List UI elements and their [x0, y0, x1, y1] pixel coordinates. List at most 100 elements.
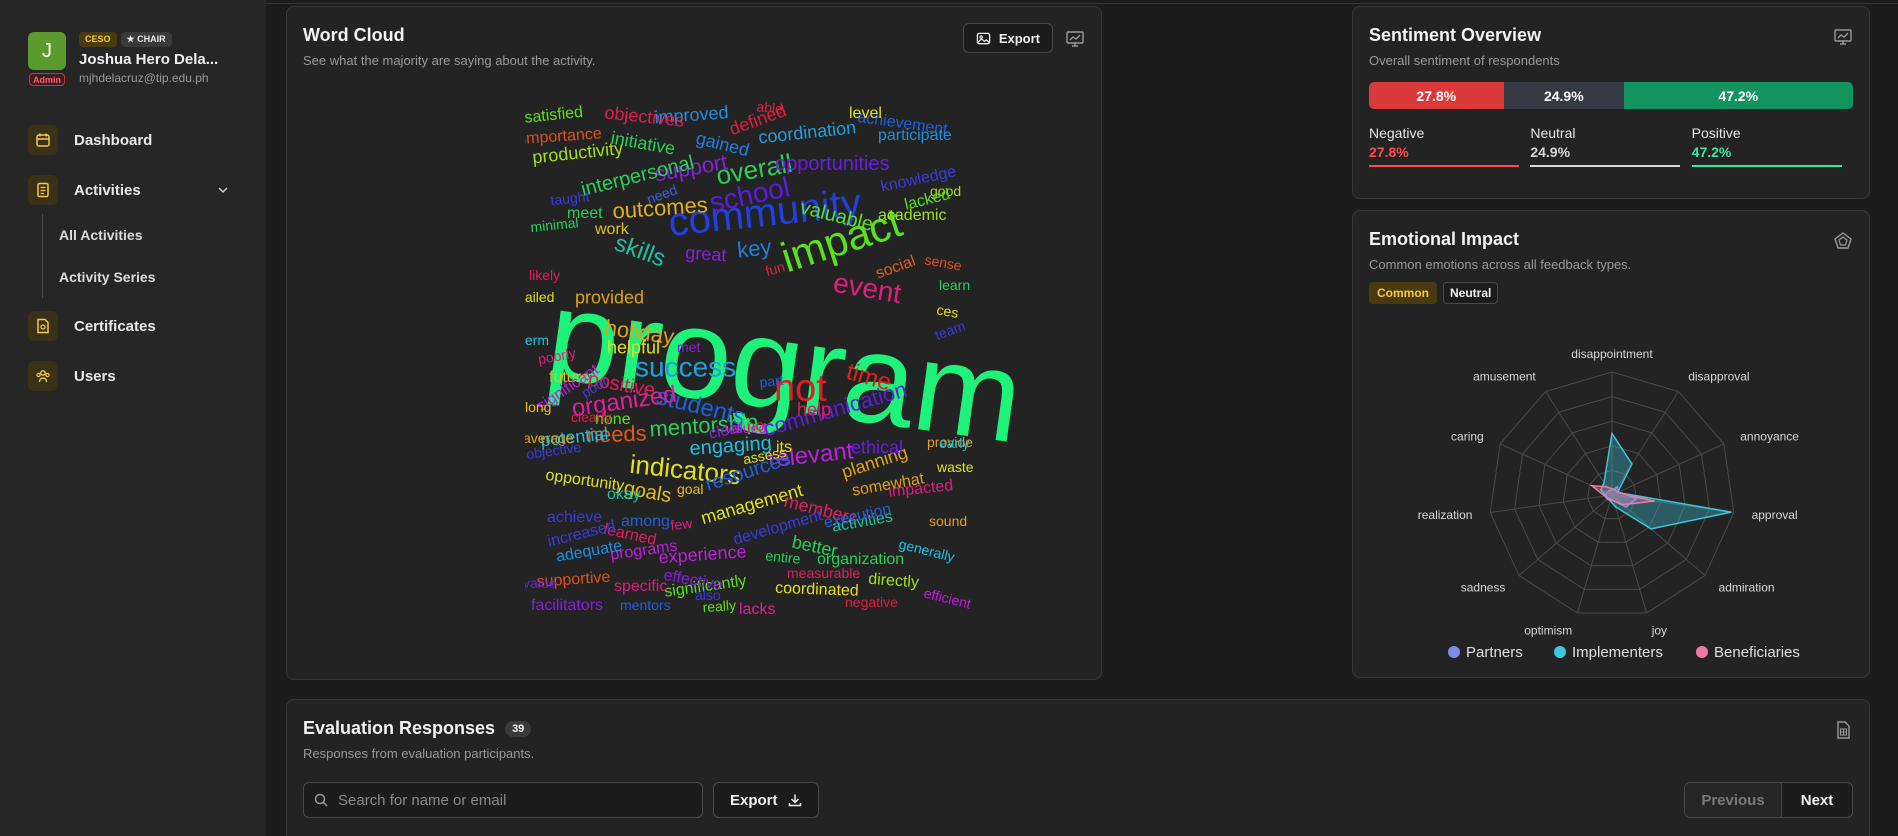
word-cloud-word: ethical: [851, 437, 903, 457]
sidebar-item-all-activities[interactable]: All Activities: [59, 214, 228, 256]
neutral-value: 24.9%: [1530, 144, 1571, 160]
word-cloud-word: mentors: [620, 597, 671, 613]
emotional-title: Emotional Impact: [1369, 229, 1520, 249]
radar-axis-label: approval: [1752, 508, 1798, 522]
word-cloud-word: negative: [845, 594, 898, 610]
sidebar-item-label: Users: [74, 367, 116, 385]
profile-email: mjhdelacruz@tip.edu.ph: [79, 71, 209, 85]
radar-axis-label: joy: [1651, 623, 1667, 637]
radar-axis-line: [1490, 494, 1613, 513]
word-cloud-canvas: programcommunityimpactnotsuccessschoolov…: [521, 98, 1031, 618]
word-cloud-word: part: [759, 372, 785, 390]
certificate-icon: [28, 311, 58, 341]
radar-axis-label: realization: [1418, 508, 1473, 522]
word-cloud-word: generally: [897, 536, 956, 565]
word-cloud-word: helpful: [607, 337, 660, 357]
neutral-legend: Neutral 24.9%: [1530, 125, 1691, 167]
role-badges: CESO ★ CHAIR: [79, 32, 218, 47]
spreadsheet-icon[interactable]: [1833, 720, 1853, 740]
export-label: Export: [730, 791, 778, 809]
word-cloud: program community impact not success school ov…: [521, 89, 1099, 657]
tag-neutral[interactable]: Neutral: [1443, 282, 1499, 304]
users-icon: [28, 361, 58, 391]
word-cloud-word: specific: [614, 578, 667, 595]
evaluation-header: Evaluation Responses 39: [303, 718, 1853, 739]
chair-badge: ★ CHAIR: [120, 32, 172, 47]
word-cloud-word: sense: [923, 251, 963, 273]
profile-name: Joshua Hero Dela...: [79, 51, 219, 68]
radar-canvas: disappointment disapproval annoyance approv…: [1418, 347, 1800, 661]
calendar-icon: [28, 125, 58, 155]
image-icon: [976, 32, 991, 44]
word-cloud-word: directly: [868, 571, 920, 591]
legend-label-beneficiaries: Beneficiaries: [1714, 644, 1800, 661]
sidebar-item-users[interactable]: Users: [28, 360, 228, 392]
profile-info: CESO ★ CHAIR Joshua Hero Dela... mjhdela…: [79, 32, 218, 85]
radar-axis-label: annoyance: [1740, 429, 1799, 443]
activities-subnav: All Activities Activity Series: [42, 214, 228, 298]
word-cloud-card: Word Cloud See what the majority are say…: [286, 6, 1102, 680]
word-cloud-word: value: [525, 575, 557, 591]
main-content: Word Cloud See what the majority are say…: [266, 0, 1898, 836]
app-root: J Admin CESO ★ CHAIR Joshua Hero Dela...…: [0, 0, 1898, 836]
legend-label-implementers: Implementers: [1572, 644, 1663, 661]
tag-common[interactable]: Common: [1369, 282, 1437, 304]
sentiment-bar: 27.8% 24.9% 47.2%: [1369, 82, 1853, 109]
sidebar-item-label: Activities: [74, 181, 141, 199]
radar-axis-label: sadness: [1461, 580, 1506, 594]
word-cloud-word: likely: [529, 267, 560, 283]
word-cloud-word: term: [525, 332, 549, 348]
user-profile[interactable]: J Admin CESO ★ CHAIR Joshua Hero Dela...…: [28, 32, 218, 86]
radar-axis-label: optimism: [1524, 623, 1572, 637]
word-cloud-word: key: [736, 234, 773, 262]
legend-dot-partners: [1448, 646, 1460, 658]
negative-value: 27.8%: [1369, 144, 1409, 160]
neutral-underline: [1530, 165, 1681, 167]
presentation-icon[interactable]: [1833, 27, 1853, 47]
word-cloud-word: provided: [575, 287, 644, 307]
radar-series-implementers: [1599, 431, 1732, 530]
presentation-icon[interactable]: [1065, 29, 1085, 49]
negative-underline: [1369, 165, 1519, 167]
evaluation-title: Evaluation Responses: [303, 718, 496, 738]
next-button[interactable]: Next: [1782, 783, 1852, 817]
word-cloud-export-button[interactable]: Export: [962, 23, 1053, 53]
emotional-subtitle: Common emotions across all feedback type…: [1369, 257, 1632, 272]
emotion-filter-tags: Common Neutral: [1369, 282, 1853, 304]
evaluation-export-button[interactable]: Export: [713, 782, 819, 818]
sentiment-subtitle: Overall sentiment of respondents: [1369, 53, 1560, 68]
sentiment-overview-card: Sentiment Overview Overall sentiment of …: [1352, 6, 1870, 199]
evaluation-subtitle: Responses from evaluation participants.: [303, 746, 535, 761]
legend-dot-implementers: [1554, 646, 1566, 658]
search-input[interactable]: [338, 791, 678, 809]
negative-segment[interactable]: 27.8%: [1369, 82, 1504, 109]
word-cloud-word: early: [939, 435, 969, 451]
radar-axis-label: amusement: [1473, 369, 1536, 383]
neutral-label: Neutral: [1530, 125, 1576, 141]
word-cloud-word: met: [677, 339, 700, 355]
chevron-down-icon[interactable]: [218, 185, 228, 195]
response-count-badge: 39: [505, 720, 532, 737]
sidebar-item-label: Dashboard: [74, 131, 153, 149]
radar-axis-label: admiration: [1719, 580, 1775, 594]
search-field: [303, 782, 703, 818]
evaluation-responses-card: Evaluation Responses 39 Responses from e…: [286, 699, 1870, 836]
word-cloud-word: measurable: [787, 565, 860, 581]
sidebar-item-certificates[interactable]: Certificates: [28, 310, 228, 342]
radar-axis-label: disapproval: [1688, 369, 1749, 383]
sidebar-item-activity-series[interactable]: Activity Series: [59, 256, 228, 298]
positive-segment[interactable]: 47.2%: [1624, 82, 1853, 109]
previous-button[interactable]: Previous: [1685, 783, 1782, 817]
download-icon: [788, 794, 801, 807]
word-cloud-word: participate: [878, 127, 952, 144]
sidebar-item-dashboard[interactable]: Dashboard: [28, 124, 228, 156]
emotional-impact-card: Emotional Impact Common emotions across …: [1352, 210, 1870, 678]
sidebar-item-activities[interactable]: Activities: [28, 174, 228, 206]
pentagon-chart-icon[interactable]: [1833, 231, 1853, 251]
pagination: Previous Next: [1684, 782, 1853, 818]
positive-underline: [1691, 165, 1842, 167]
neutral-segment[interactable]: 24.9%: [1503, 82, 1625, 109]
sidebar-item-label: Certificates: [74, 317, 156, 335]
word-cloud-word: failed: [525, 289, 554, 305]
word-cloud-word: satisfied: [525, 104, 584, 127]
